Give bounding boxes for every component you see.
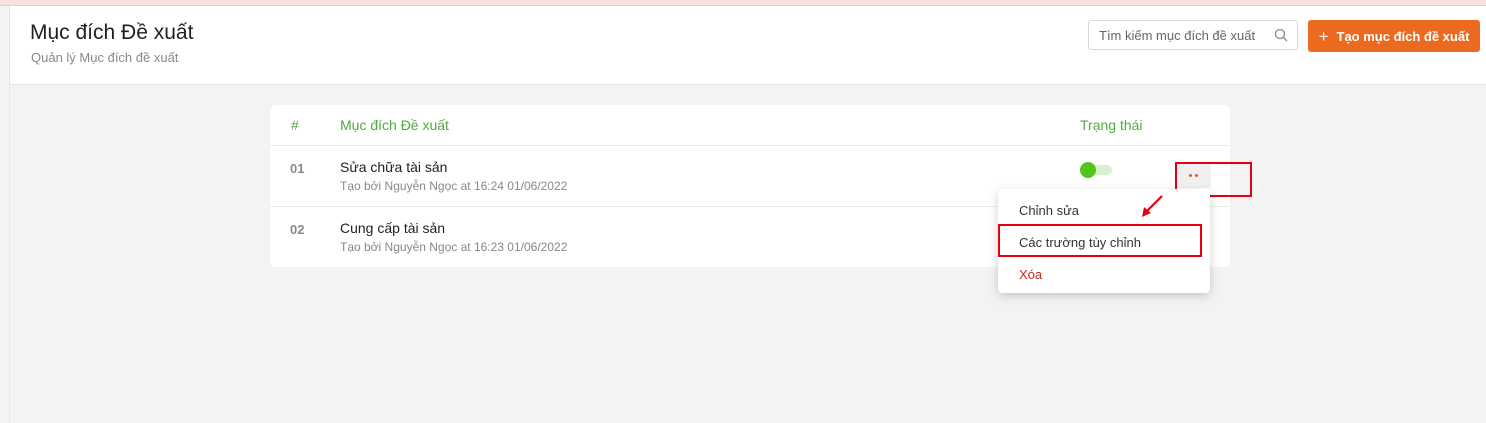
menu-item-edit[interactable]: Chỉnh sửa (1019, 203, 1079, 218)
plus-icon: + (1318, 26, 1329, 46)
annotation-arrow-icon (1142, 195, 1163, 217)
row-created-info: Tạo bởi Nguyễn Ngọc at 16:24 01/06/2022 (340, 179, 568, 193)
create-purpose-button[interactable]: + Tạo mục đích đề xuất (1308, 20, 1480, 52)
column-header-status: Trạng thái (1080, 117, 1143, 133)
page-subtitle: Quản lý Mục đích đề xuất (31, 50, 179, 65)
search-input[interactable] (1089, 21, 1279, 49)
page-title: Mục đích Đề xuất (30, 21, 194, 44)
row-title[interactable]: Cung cấp tài sản (340, 220, 445, 236)
search-icon[interactable] (1274, 28, 1288, 42)
create-purpose-label: Tạo mục đích đề xuất (1336, 28, 1470, 44)
status-toggle[interactable] (1080, 162, 1112, 178)
page-header: Mục đích Đề xuất Quản lý Mục đích đề xuấ… (10, 6, 1486, 85)
menu-item-delete[interactable]: Xóa (1019, 267, 1042, 282)
column-header-name: Mục đích Đề xuất (340, 117, 449, 133)
column-header-number: # (291, 117, 299, 133)
toggle-knob (1080, 162, 1096, 178)
row-number: 02 (290, 222, 305, 237)
row-number: 01 (290, 161, 305, 176)
search-box[interactable] (1088, 20, 1298, 50)
row-title[interactable]: Sửa chữa tài sản (340, 159, 447, 175)
highlight-box-custom-fields (998, 224, 1202, 257)
row-created-info: Tạo bởi Nguyễn Ngọc at 16:23 01/06/2022 (340, 240, 568, 254)
